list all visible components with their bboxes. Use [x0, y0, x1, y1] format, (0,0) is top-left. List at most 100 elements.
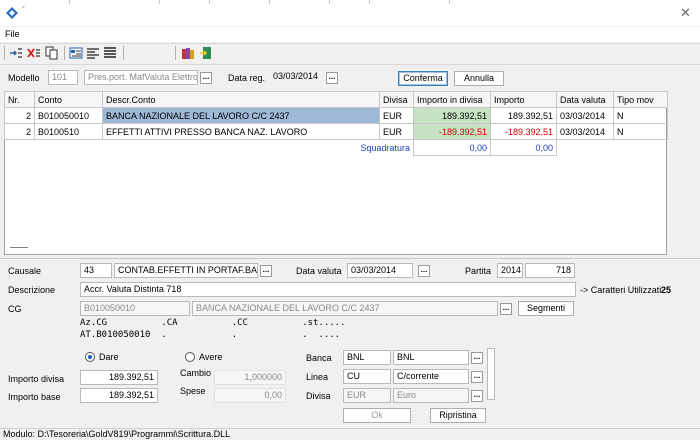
caratteri-label: -> Caratteri Utilizzati : — [580, 285, 667, 295]
cg-desc-field[interactable]: BANCA NAZIONALE DEL LAVORO C/C 2437 — [192, 301, 498, 316]
col-importo-divisa[interactable]: Importo in divisa — [413, 91, 491, 108]
ok-button[interactable]: Ok — [343, 408, 411, 423]
dare-radio[interactable] — [85, 352, 95, 362]
annulla-button[interactable]: Annulla — [454, 71, 504, 86]
bank-scrollbar[interactable] — [487, 348, 495, 400]
dare-label: Dare — [99, 352, 119, 362]
divisa-lookup-button[interactable]: ... — [471, 390, 483, 402]
col-data-valuta[interactable]: Data valuta — [556, 91, 614, 108]
banca-label: Banca — [306, 353, 332, 363]
causale-desc-field[interactable]: CONTAB.EFFETTI IN PORTAF.BANC — [114, 263, 258, 278]
caratteri-count: 25 — [661, 285, 672, 295]
modello-code-field[interactable]: 101 — [48, 70, 78, 85]
modello-desc-field[interactable]: Pres.port. MafValuta Elettroni — [84, 70, 198, 85]
banca-code-field[interactable]: BNL — [343, 350, 391, 365]
ripristina-button[interactable]: Ripristina — [430, 408, 486, 423]
cell-data-valuta[interactable]: 03/03/2014 — [556, 123, 614, 140]
cell-importo[interactable]: -189.392,51 — [490, 123, 557, 140]
col-descr-conto[interactable]: Descr.Conto — [102, 91, 380, 108]
books-icon[interactable] — [181, 46, 195, 60]
top-strip — [0, 0, 700, 4]
datareg-field[interactable]: 03/03/2014 — [270, 70, 324, 85]
cell-importo-divisa[interactable]: -189.392,51 — [413, 123, 491, 140]
partita-label: Partita — [465, 266, 492, 276]
toolbar-grip — [4, 46, 5, 60]
linea-lookup-button[interactable]: ... — [471, 371, 483, 383]
datavaluta-field[interactable]: 03/03/2014 — [347, 263, 413, 278]
datareg-picker-button[interactable]: ... — [326, 72, 338, 84]
cell-descr[interactable]: BANCA NAZIONALE DEL LAVORO C/C 2437 — [102, 107, 380, 124]
delete-row-icon[interactable] — [27, 46, 41, 60]
importo-divisa-label: Importo divisa — [8, 374, 65, 384]
linea-label: Linea — [306, 372, 329, 382]
toolbar-separator — [123, 46, 124, 60]
align-icon[interactable] — [86, 46, 100, 60]
causale-code-field[interactable]: 43 — [80, 263, 112, 278]
cell-data-valuta[interactable]: 03/03/2014 — [556, 107, 614, 124]
col-nr[interactable]: Nr. — [4, 91, 35, 108]
close-icon[interactable]: ✕ — [680, 5, 691, 21]
table-header-row: Nr. Conto Descr.Conto Divisa Importo in … — [4, 91, 668, 108]
descrizione-label: Descrizione — [8, 285, 56, 295]
linea-desc-field[interactable]: C/corrente — [393, 369, 469, 384]
cg-lookup-button[interactable]: ... — [500, 303, 512, 315]
cell-importo[interactable]: 189.392,51 — [490, 107, 557, 124]
copy-icon[interactable] — [45, 46, 59, 60]
avere-radio[interactable] — [185, 352, 195, 362]
col-tipo-mov[interactable]: Tipo mov — [613, 91, 668, 108]
grid-splitter[interactable] — [10, 247, 28, 248]
linea-code-field[interactable]: CU — [343, 369, 391, 384]
cell-conto[interactable]: B010050010 — [34, 107, 103, 124]
partita-number-field[interactable]: 718 — [525, 263, 575, 278]
title-dot: ° — [22, 6, 25, 13]
conferma-button[interactable]: Conferma — [398, 71, 448, 86]
modello-lookup-button[interactable]: ... — [200, 72, 212, 84]
col-divisa[interactable]: Divisa — [379, 91, 414, 108]
table-row[interactable]: 2 B010050010 BANCA NAZIONALE DEL LAVORO … — [4, 107, 668, 124]
table-row[interactable]: 2 B0100510 EFFETTI ATTIVI PRESSO BANCA N… — [4, 123, 668, 140]
importo-divisa-field[interactable]: 189.392,51 — [80, 370, 158, 385]
divisa-code-field[interactable]: EUR — [343, 388, 391, 403]
exit-icon[interactable] — [199, 46, 213, 60]
cambio-field[interactable]: 1,000000 — [214, 370, 286, 385]
importo-base-field[interactable]: 189.392,51 — [80, 388, 158, 403]
cg-code-field[interactable]: B010050010 — [80, 301, 190, 316]
list-icon[interactable] — [103, 46, 117, 60]
cell-tipo[interactable]: N — [613, 123, 668, 140]
cell-descr[interactable]: EFFETTI ATTIVI PRESSO BANCA NAZ. LAVORO — [102, 123, 380, 140]
toolbar-separator — [175, 46, 176, 60]
banca-desc-field[interactable]: BNL — [393, 350, 469, 365]
squadratura-divisa: 0,00 — [413, 139, 491, 156]
spese-field[interactable]: 0,00 — [214, 388, 286, 403]
col-importo[interactable]: Importo — [490, 91, 557, 108]
modello-label: Modello — [8, 73, 40, 83]
descrizione-field[interactable]: Accr. Valuta Distinta 718 — [80, 282, 576, 297]
cell-conto[interactable]: B0100510 — [34, 123, 103, 140]
causale-lookup-button[interactable]: ... — [260, 265, 272, 277]
cell-tipo[interactable]: N — [613, 107, 668, 124]
segmenti-button[interactable]: Segmenti — [518, 301, 574, 316]
insert-row-icon[interactable] — [9, 46, 23, 60]
squadratura-row: Squadratura 0,00 0,00 — [5, 139, 668, 156]
col-conto[interactable]: Conto — [34, 91, 103, 108]
divisa-label: Divisa — [306, 391, 331, 401]
segment-header-line: Az.CG .CA .CC .st..... — [80, 318, 346, 328]
app-icon — [6, 7, 18, 19]
divisa-desc-field[interactable]: Euro — [393, 388, 469, 403]
cell-importo-divisa[interactable]: 189.392,51 — [413, 107, 491, 124]
squadratura-label: Squadratura — [360, 142, 410, 153]
cell-nr[interactable]: 2 — [4, 123, 35, 140]
cell-nr[interactable]: 2 — [4, 107, 35, 124]
menu-bar — [0, 27, 700, 42]
partita-year-field[interactable]: 2014 — [497, 263, 523, 278]
datareg-label: Data reg. — [228, 73, 266, 83]
cell-divisa[interactable]: EUR — [379, 123, 414, 140]
cell-divisa[interactable]: EUR — [379, 107, 414, 124]
banca-lookup-button[interactable]: ... — [471, 352, 483, 364]
movements-table: Nr. Conto Descr.Conto Divisa Importo in … — [4, 91, 668, 156]
properties-icon[interactable] — [69, 46, 83, 60]
cambio-label: Cambio — [180, 368, 212, 378]
datavaluta-picker-button[interactable]: ... — [418, 265, 430, 277]
menu-file[interactable]: File — [5, 29, 20, 39]
datavaluta-label: Data valuta — [296, 266, 342, 276]
